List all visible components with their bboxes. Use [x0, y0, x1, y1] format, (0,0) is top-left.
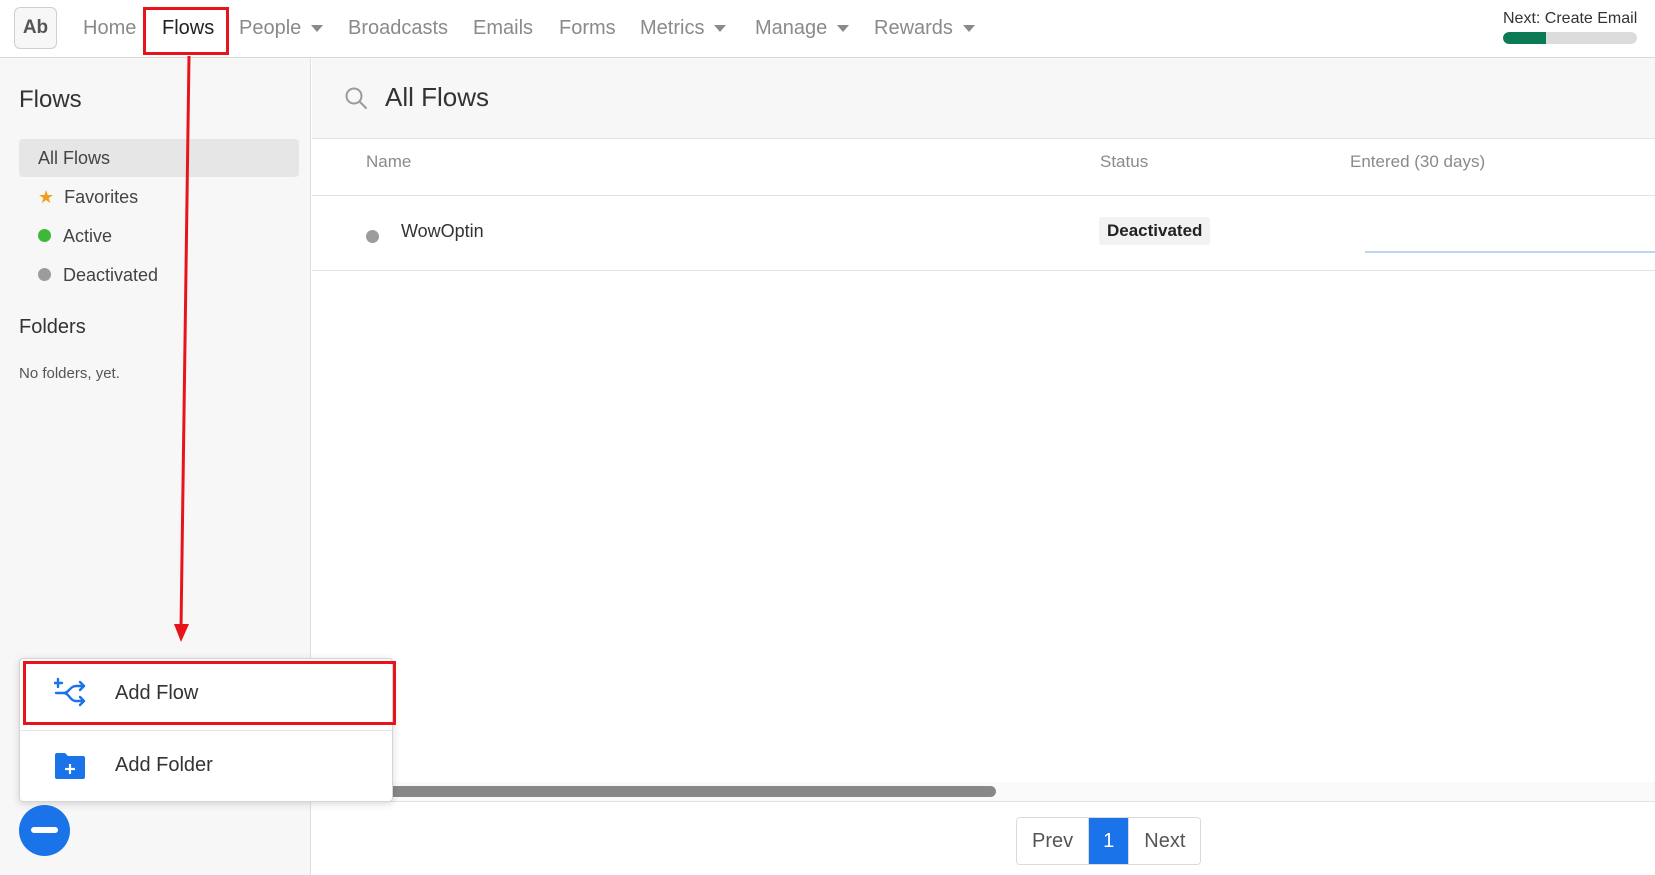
nav-metrics[interactable]: Metrics: [640, 15, 727, 41]
add-folder-label: Add Folder: [115, 754, 213, 776]
progress-fill: [1503, 32, 1546, 44]
flow-name-link[interactable]: WowOptin: [401, 221, 484, 242]
status-dot-icon: [38, 229, 51, 243]
sidebar-item-label: All Flows: [38, 148, 111, 168]
account-logo[interactable]: Ab: [14, 7, 57, 49]
chevron-down-icon: [962, 25, 975, 33]
create-toggle-button[interactable]: [19, 805, 70, 856]
add-folder-menu-item[interactable]: Add Folder: [20, 731, 392, 801]
sidebar-title: Flows: [19, 86, 82, 113]
column-header-entered[interactable]: Entered (30 days): [1350, 152, 1485, 172]
annotation-highlight-flows: [143, 7, 229, 55]
next-page-button[interactable]: Next: [1128, 818, 1201, 864]
minus-icon: [31, 827, 58, 833]
prev-page-button[interactable]: Prev: [1017, 818, 1090, 864]
status-badge: Deactivated: [1099, 217, 1211, 245]
star-icon: ★: [38, 187, 55, 207]
top-nav: Ab Home Flows People Broadcasts Emails F…: [0, 0, 1655, 58]
column-header-status[interactable]: Status: [1100, 152, 1148, 172]
pagination: Prev 1 Next: [1016, 817, 1202, 865]
nav-people[interactable]: People: [239, 15, 324, 41]
sidebar-item-label: Favorites: [64, 187, 139, 207]
sidebar-item-favorites[interactable]: ★ Favorites: [19, 178, 299, 216]
folders-title: Folders: [19, 316, 86, 338]
next-step-label[interactable]: Next: Create Email: [1503, 10, 1637, 28]
chevron-down-icon: [714, 25, 727, 33]
column-header-name[interactable]: Name: [366, 152, 411, 172]
chevron-down-icon: [837, 25, 850, 33]
entered-sparkline: [1365, 251, 1655, 253]
no-folders-text: No folders, yet.: [19, 365, 120, 382]
search-icon[interactable]: [344, 86, 368, 110]
sidebar-item-deactivated[interactable]: Deactivated: [19, 256, 299, 294]
nav-rewards[interactable]: Rewards: [874, 15, 975, 41]
table-row[interactable]: WowOptin Deactivated: [312, 196, 1655, 271]
sidebar-item-label: Active: [63, 226, 113, 246]
nav-home[interactable]: Home: [83, 15, 136, 41]
search-bar[interactable]: All Flows: [312, 58, 1655, 139]
status-dot-icon: [366, 230, 379, 243]
chevron-down-icon: [311, 25, 324, 33]
nav-emails[interactable]: Emails: [473, 15, 533, 41]
annotation-highlight-add-flow: [23, 661, 396, 725]
sidebar-item-label: Deactivated: [63, 265, 159, 285]
onboarding-progress-bar[interactable]: [1503, 32, 1637, 44]
page-1-button[interactable]: 1: [1089, 818, 1129, 864]
search-title: All Flows: [385, 82, 490, 112]
status-dot-icon: [38, 268, 51, 282]
sidebar-item-all-flows[interactable]: All Flows: [19, 139, 299, 177]
main-content: All Flows Name Status Entered (30 days) …: [312, 58, 1655, 875]
nav-broadcasts[interactable]: Broadcasts: [348, 15, 448, 41]
nav-forms[interactable]: Forms: [559, 15, 616, 41]
nav-manage[interactable]: Manage: [755, 15, 850, 41]
add-folder-icon: [55, 753, 85, 779]
sidebar-item-active[interactable]: Active: [19, 217, 299, 255]
